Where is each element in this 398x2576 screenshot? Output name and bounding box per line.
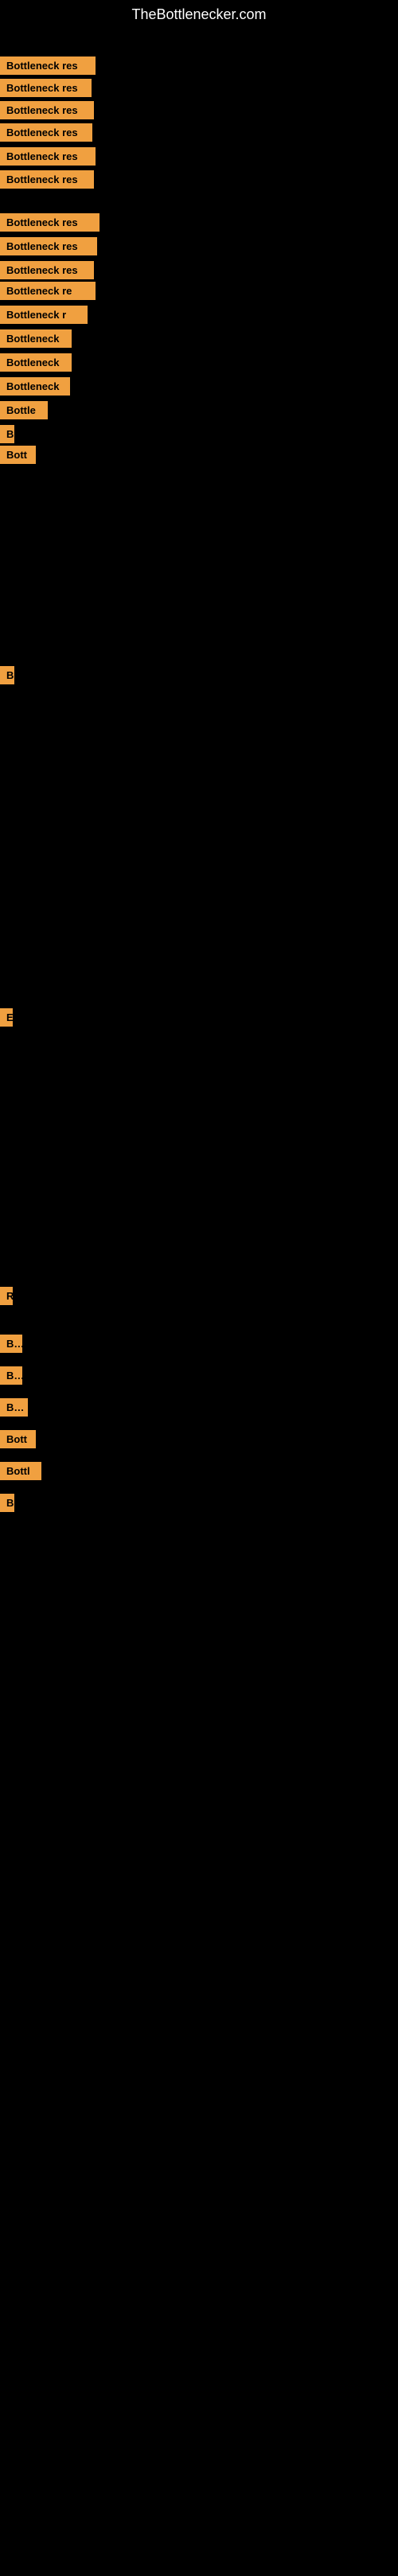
bottleneck-button-btn14[interactable]: Bottleneck (0, 377, 70, 396)
bottleneck-button-btn5[interactable]: Bottleneck res (0, 147, 96, 166)
bottleneck-button-btn22[interactable]: Bo (0, 1366, 22, 1385)
bottleneck-button-btn1[interactable]: Bottleneck res (0, 57, 96, 75)
bottleneck-button-btn9[interactable]: Bottleneck res (0, 261, 94, 279)
bottleneck-button-btn19[interactable]: E (0, 1008, 13, 1027)
bottleneck-button-btn17[interactable]: Bott (0, 446, 36, 464)
bottleneck-button-btn7[interactable]: Bottleneck res (0, 213, 100, 232)
site-title: TheBottlenecker.com (0, 0, 398, 29)
bottleneck-button-btn18[interactable]: B (0, 666, 14, 684)
bottleneck-button-btn21[interactable]: Bo (0, 1335, 22, 1353)
bottleneck-button-btn24[interactable]: Bott (0, 1430, 36, 1448)
bottleneck-button-btn11[interactable]: Bottleneck r (0, 306, 88, 324)
bottleneck-button-btn2[interactable]: Bottleneck res (0, 79, 92, 97)
bottleneck-button-btn10[interactable]: Bottleneck re (0, 282, 96, 300)
bottleneck-button-btn6[interactable]: Bottleneck res (0, 170, 94, 189)
bottleneck-button-btn4[interactable]: Bottleneck res (0, 123, 92, 142)
bottleneck-button-btn16[interactable]: B (0, 425, 14, 443)
bottleneck-button-btn8[interactable]: Bottleneck res (0, 237, 97, 255)
bottleneck-button-btn20[interactable]: R (0, 1287, 13, 1305)
bottleneck-button-btn12[interactable]: Bottleneck (0, 329, 72, 348)
bottleneck-button-btn26[interactable]: B (0, 1494, 14, 1512)
bottleneck-button-btn13[interactable]: Bottleneck (0, 353, 72, 372)
bottleneck-button-btn3[interactable]: Bottleneck res (0, 101, 94, 119)
bottleneck-button-btn25[interactable]: Bottl (0, 1462, 41, 1480)
bottleneck-button-btn15[interactable]: Bottle (0, 401, 48, 419)
bottleneck-button-btn23[interactable]: Bot (0, 1398, 28, 1417)
